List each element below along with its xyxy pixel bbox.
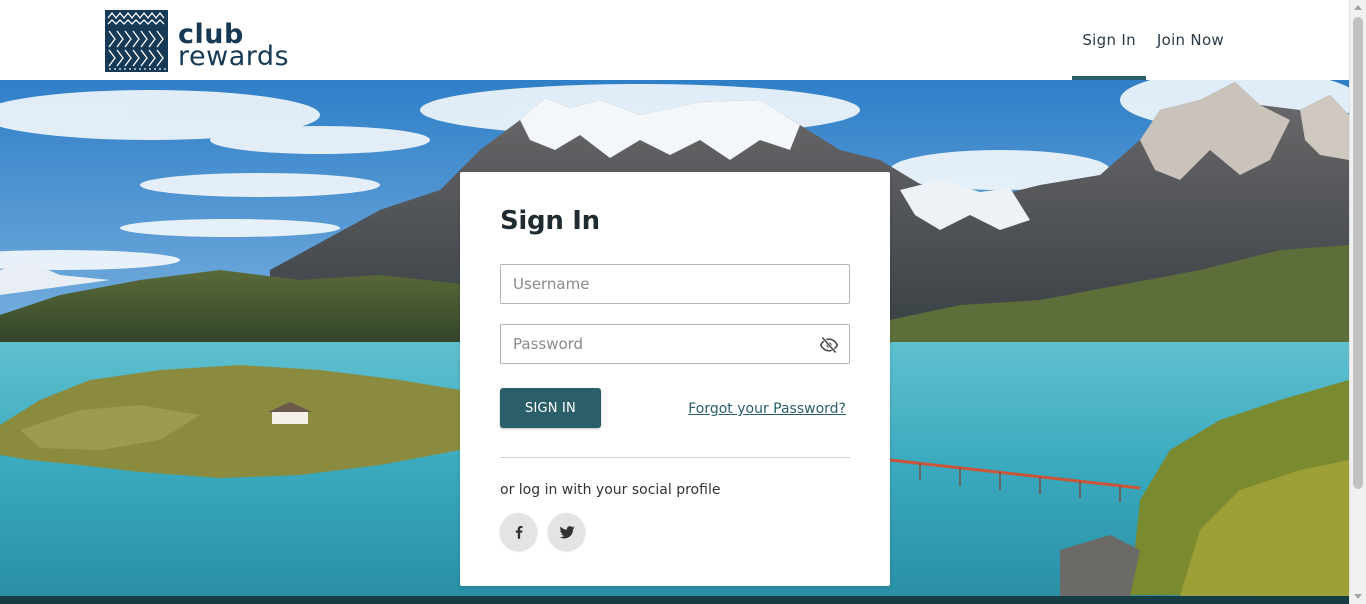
site-header: club rewards Sign In Join Now (0, 0, 1349, 80)
sign-in-button[interactable]: SIGN IN (500, 388, 601, 428)
brand-wordmark: club rewards (178, 21, 290, 72)
page-scrollbar[interactable] (1349, 0, 1366, 604)
main-nav: Sign In Join Now (1072, 0, 1234, 80)
footer-bar (0, 596, 1349, 604)
password-input[interactable] (501, 325, 849, 363)
scroll-thumb[interactable] (1353, 17, 1363, 489)
nav-join-now[interactable]: Join Now (1147, 0, 1234, 80)
divider (500, 457, 850, 458)
twitter-login-button[interactable] (548, 513, 585, 550)
eye-slash-icon[interactable] (819, 335, 839, 355)
facebook-login-button[interactable] (500, 513, 537, 550)
patterned-square-logo-icon (105, 10, 168, 72)
brand-name-rewards: rewards (178, 41, 290, 72)
nav-sign-in[interactable]: Sign In (1072, 0, 1146, 80)
brand-logo[interactable]: club rewards (105, 10, 289, 72)
sign-in-card: Sign In SIGN IN Forgot your Password? or… (460, 172, 890, 586)
scroll-down-arrow-icon[interactable] (1354, 594, 1362, 599)
twitter-icon (559, 525, 574, 538)
facebook-icon (515, 525, 523, 539)
scroll-up-arrow-icon[interactable] (1354, 5, 1362, 10)
social-login-prompt: or log in with your social profile (500, 482, 721, 498)
username-input[interactable] (501, 265, 849, 303)
username-field[interactable] (500, 264, 850, 304)
password-field[interactable] (500, 324, 850, 364)
sign-in-title: Sign In (500, 206, 600, 236)
forgot-password-link[interactable]: Forgot your Password? (688, 401, 846, 417)
